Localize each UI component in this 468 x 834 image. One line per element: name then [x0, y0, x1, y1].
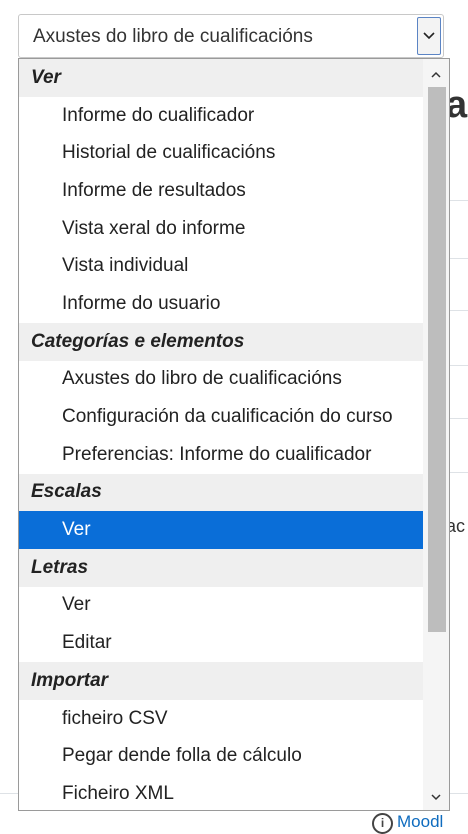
gradebook-navigation-select[interactable]: Axustes do libro de cualificacións	[18, 14, 444, 58]
dropdown-option[interactable]: Preferencias: Informe do cualificador	[19, 436, 424, 474]
dropdown-option[interactable]: Informe do cualificador	[19, 97, 424, 135]
select-arrow-button[interactable]	[417, 17, 441, 55]
dropdown-option[interactable]: Informe do usuario	[19, 285, 424, 323]
help-link-label: Moodl	[397, 812, 444, 831]
optgroup-label: Categorías e elementos	[19, 322, 424, 361]
optgroup-label: Letras	[19, 548, 424, 587]
option-list: Ver Informe do cualificador Historial de c…	[19, 59, 424, 810]
dropdown-option[interactable]: Axustes do libro de cualificacións	[19, 361, 424, 399]
scrollbar-thumb[interactable]	[428, 87, 446, 632]
optgroup-label: Escalas	[19, 473, 424, 512]
dropdown-option[interactable]: Configuración da cualificación do curso	[19, 398, 424, 436]
dropdown-option-selected[interactable]: Ver	[19, 511, 424, 549]
dropdown-option[interactable]: Pegar dende folla de cálculo	[19, 737, 424, 775]
dropdown-option[interactable]: Informe de resultados	[19, 172, 424, 210]
help-link[interactable]: i Moodl	[372, 812, 443, 834]
chevron-down-icon	[423, 32, 435, 40]
select-current-value: Axustes do libro de cualificacións	[33, 26, 313, 47]
chevron-up-icon	[431, 71, 441, 78]
info-icon: i	[372, 813, 393, 834]
dropdown-list[interactable]: Ver Informe do cualificador Historial de c…	[18, 58, 450, 811]
dropdown-option[interactable]: Vista individual	[19, 247, 424, 285]
optgroup-label: Ver	[19, 59, 424, 97]
dropdown-option[interactable]: Ver	[19, 587, 424, 625]
dropdown-option[interactable]: ficheiro CSV	[19, 700, 424, 738]
scrollbar[interactable]	[423, 59, 449, 810]
scroll-down-arrow[interactable]	[423, 786, 449, 808]
dropdown-option[interactable]: Historial de cualificacións	[19, 134, 424, 172]
chevron-down-icon	[431, 793, 441, 800]
dropdown-option[interactable]: Editar	[19, 624, 424, 662]
scroll-up-arrow[interactable]	[423, 63, 449, 85]
optgroup-label: Importar	[19, 662, 424, 700]
dropdown-option[interactable]: Vista xeral do informe	[19, 210, 424, 248]
dropdown-option[interactable]: Ficheiro XML	[19, 775, 424, 810]
